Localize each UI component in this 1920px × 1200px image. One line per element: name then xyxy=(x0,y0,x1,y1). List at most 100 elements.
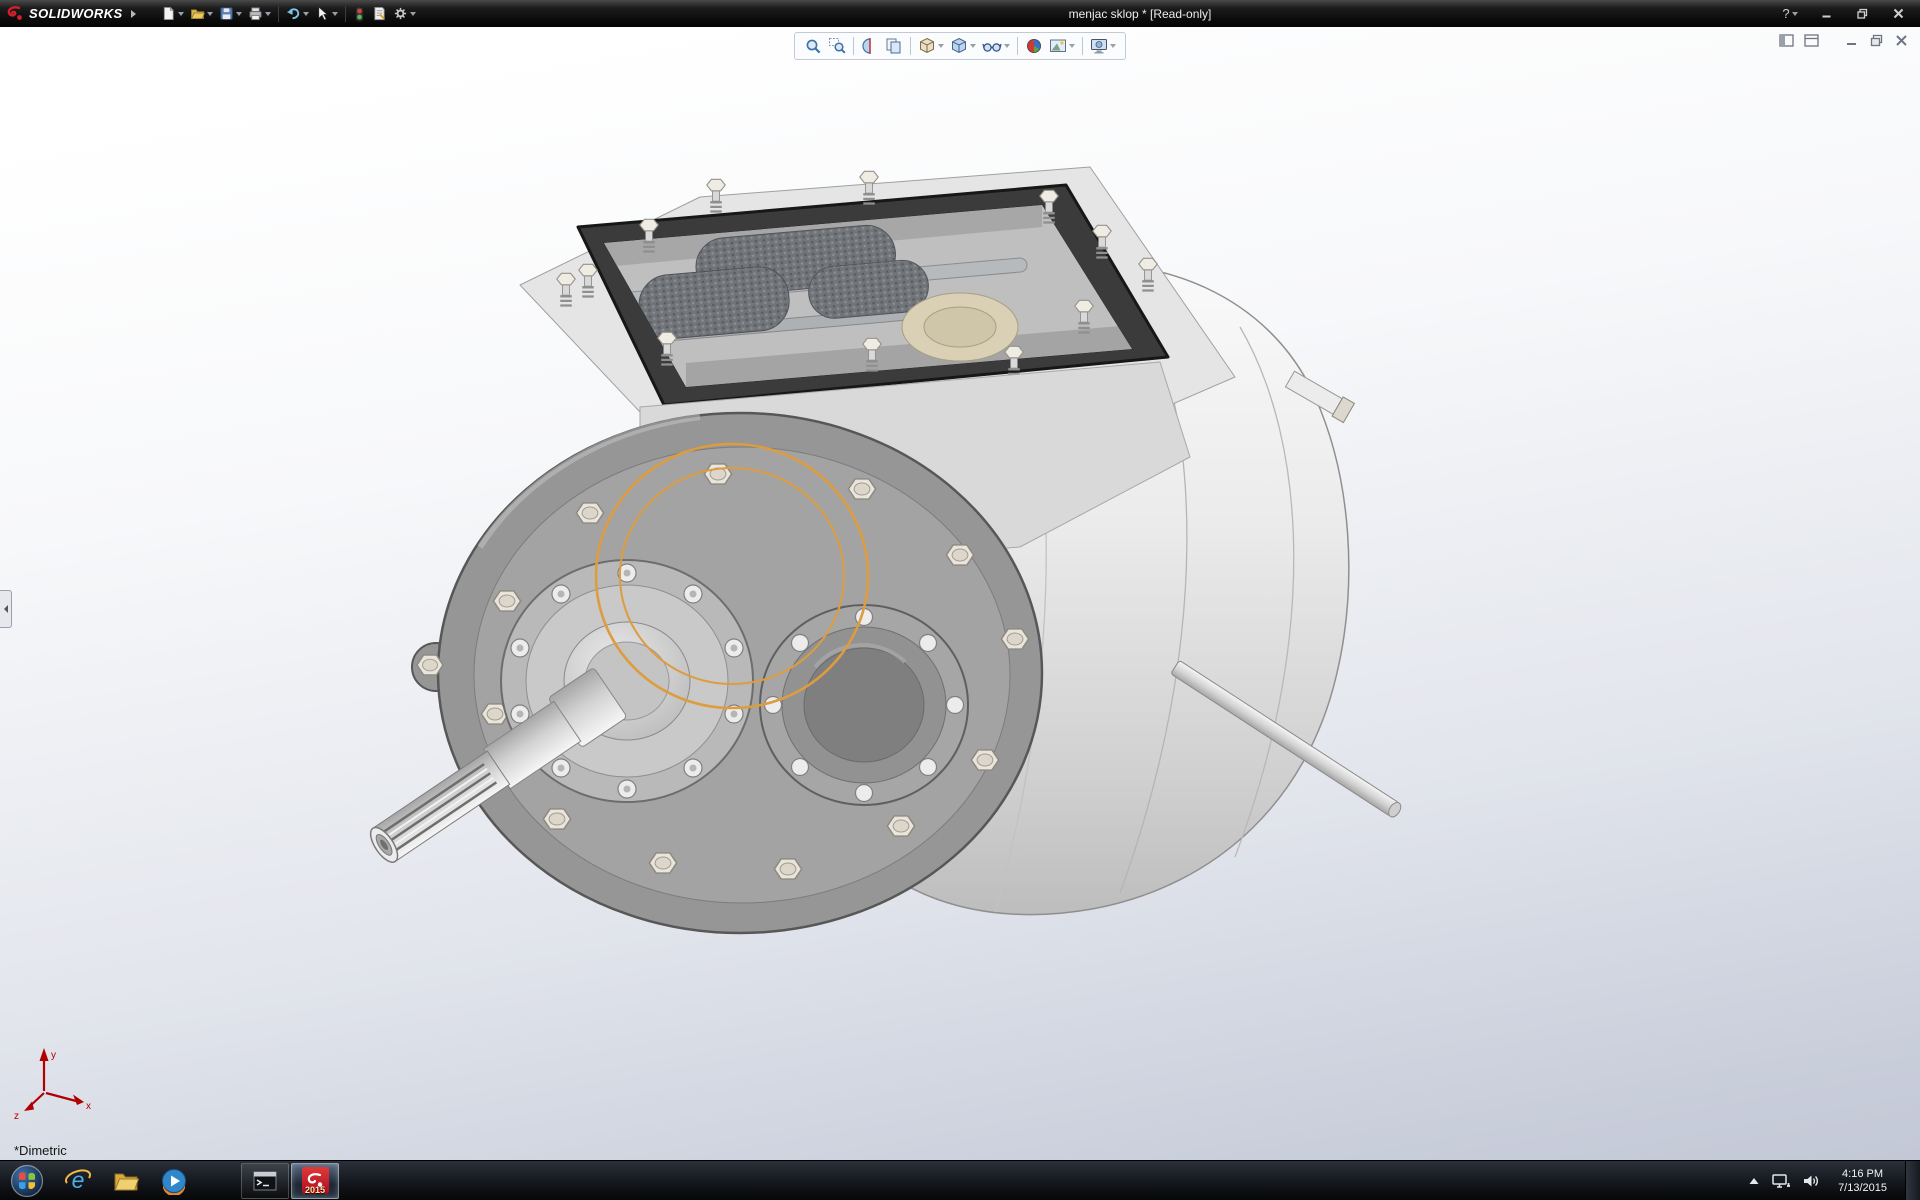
options-dropdown[interactable] xyxy=(410,12,416,16)
doc-minimize-button[interactable] xyxy=(1842,33,1860,48)
apply-scene-dropdown[interactable] xyxy=(1069,44,1075,48)
dynamic-annotation-views-button[interactable] xyxy=(883,35,905,57)
triad-z-label: z xyxy=(14,1111,19,1122)
doc-close-button[interactable] xyxy=(1892,33,1910,48)
doc-minimize-icon xyxy=(1845,34,1858,47)
print-button[interactable] xyxy=(245,2,274,26)
view-settings-icon xyxy=(1090,37,1108,55)
document-window-controls xyxy=(1777,33,1910,48)
select-window-button[interactable] xyxy=(1802,33,1820,48)
volume-tray-icon[interactable] xyxy=(1802,1173,1820,1189)
taskbar-clock[interactable]: 4:16 PM 7/13/2015 xyxy=(1831,1167,1894,1195)
view-settings-button[interactable] xyxy=(1088,35,1118,57)
section-view-button[interactable] xyxy=(859,35,881,57)
media-player-icon xyxy=(160,1167,188,1195)
up-chevron-icon xyxy=(1748,1176,1760,1186)
zoom-to-area-icon xyxy=(828,37,846,55)
restore-button[interactable] xyxy=(1852,4,1872,24)
display-style-button[interactable] xyxy=(948,35,978,57)
menu-expand-icon[interactable] xyxy=(131,10,136,18)
hide-show-dropdown[interactable] xyxy=(1004,44,1010,48)
open-folder-icon xyxy=(190,6,205,21)
app-name: SOLIDWORKS xyxy=(29,6,123,21)
taskbar-windows-explorer[interactable] xyxy=(102,1161,150,1200)
rebuild-button[interactable] xyxy=(350,2,369,26)
heads-up-view-toolbar xyxy=(794,32,1126,60)
view-settings-dropdown[interactable] xyxy=(1110,44,1116,48)
speaker-icon xyxy=(1802,1173,1820,1189)
close-icon xyxy=(1893,8,1904,19)
file-properties-button[interactable] xyxy=(369,2,390,26)
save-dropdown[interactable] xyxy=(236,12,242,16)
dassault-logo-icon xyxy=(6,5,23,22)
titlebar: SOLIDWORKS xyxy=(0,0,1920,27)
toolbar-separator xyxy=(345,6,346,22)
print-dropdown[interactable] xyxy=(265,12,271,16)
feature-manager-pane-icon xyxy=(1779,34,1794,47)
system-tray: 4:16 PM 7/13/2015 xyxy=(1748,1161,1920,1200)
open-button[interactable] xyxy=(187,2,216,26)
edit-appearance-button[interactable] xyxy=(1023,35,1045,57)
new-document-button[interactable] xyxy=(158,2,187,26)
select-button[interactable] xyxy=(312,2,341,26)
close-button[interactable] xyxy=(1888,4,1908,24)
command-prompt-icon xyxy=(252,1168,278,1194)
help-button[interactable]: ? xyxy=(1780,4,1800,24)
rebuild-stoplight-icon xyxy=(353,6,366,22)
show-desktop-button[interactable] xyxy=(1905,1161,1920,1200)
restore-icon xyxy=(1857,8,1868,19)
view-orientation-dropdown[interactable] xyxy=(938,44,944,48)
network-icon xyxy=(1771,1172,1791,1190)
show-hidden-icons-button[interactable] xyxy=(1748,1176,1760,1186)
collapsed-panel-tab[interactable] xyxy=(0,590,12,628)
save-button[interactable] xyxy=(216,2,245,26)
annotation-views-icon xyxy=(885,37,903,55)
taskbar-internet-explorer[interactable]: e xyxy=(54,1161,102,1200)
start-button[interactable] xyxy=(0,1161,54,1200)
undo-button[interactable] xyxy=(283,2,312,26)
options-button[interactable] xyxy=(390,2,419,26)
solidworks-logo: SOLIDWORKS xyxy=(0,5,144,22)
section-view-icon xyxy=(861,37,879,55)
view-orientation-cube-icon xyxy=(918,37,936,55)
toolbar-separator xyxy=(1017,37,1018,55)
network-tray-icon[interactable] xyxy=(1771,1172,1791,1190)
graphics-area[interactable]: y x z *Dimetric xyxy=(0,27,1920,1161)
minimize-button[interactable] xyxy=(1816,4,1836,24)
toolbar-separator xyxy=(1082,37,1083,55)
hide-show-items-button[interactable] xyxy=(980,35,1012,57)
help-dropdown[interactable] xyxy=(1792,12,1798,16)
toolbar-separator xyxy=(853,37,854,55)
solidworks-app-icon: 2015 xyxy=(302,1167,329,1194)
expand-panel-icon xyxy=(4,605,8,613)
doc-restore-button[interactable] xyxy=(1867,33,1885,48)
zoom-to-area-button[interactable] xyxy=(826,35,848,57)
options-gear-icon xyxy=(393,6,408,21)
taskbar-solidworks-2015[interactable]: 2015 xyxy=(291,1163,339,1199)
model-viewport-canvas[interactable]: y x z xyxy=(0,27,1920,1161)
doc-close-icon xyxy=(1895,34,1908,47)
view-orientation-button[interactable] xyxy=(916,35,946,57)
taskbar-command-prompt[interactable] xyxy=(241,1163,289,1199)
internet-explorer-icon: e xyxy=(64,1167,92,1195)
output-bearing-boss[interactable] xyxy=(760,605,968,805)
select-dropdown[interactable] xyxy=(332,12,338,16)
taskbar-media-player[interactable] xyxy=(150,1161,198,1200)
display-style-dropdown[interactable] xyxy=(970,44,976,48)
zoom-to-fit-icon xyxy=(804,37,822,55)
minimize-icon xyxy=(1821,8,1832,19)
solidworks-version-badge: 2015 xyxy=(302,1186,329,1195)
appearance-sphere-icon xyxy=(1025,37,1043,55)
zoom-to-fit-button[interactable] xyxy=(802,35,824,57)
view-orientation-label: *Dimetric xyxy=(14,1143,67,1158)
new-document-dropdown[interactable] xyxy=(178,12,184,16)
triad-x-label: x xyxy=(86,1101,91,1112)
undo-dropdown[interactable] xyxy=(303,12,309,16)
reference-triad: y x z xyxy=(14,1048,91,1122)
window-pane-icon xyxy=(1804,34,1819,47)
apply-scene-button[interactable] xyxy=(1047,35,1077,57)
open-dropdown[interactable] xyxy=(207,12,213,16)
show-feature-manager-button[interactable] xyxy=(1777,33,1795,48)
toolbar-separator xyxy=(910,37,911,55)
solidworks-window: SOLIDWORKS xyxy=(0,0,1920,1200)
